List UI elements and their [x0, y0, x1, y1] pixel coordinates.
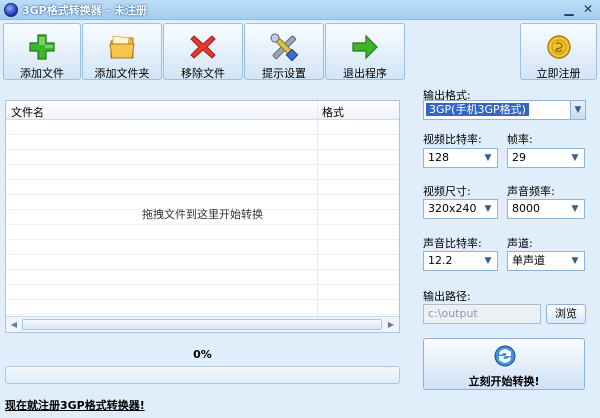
audio-rate-label: 声音频率:	[507, 185, 555, 198]
video-size-select[interactable]: 320x240 ▼	[423, 199, 498, 219]
chevron-down-icon: ▼	[484, 256, 492, 266]
video-bitrate-value: 128	[428, 151, 449, 164]
add-folder-label: 添加文件夹	[94, 67, 150, 80]
tools-icon	[270, 33, 299, 62]
chevron-down-icon: ▼	[571, 153, 579, 163]
channel-select[interactable]: 单声道 ▼	[507, 251, 585, 271]
exit-arrow-icon	[352, 34, 378, 60]
output-format-value: 3GP(手机3GP格式)	[426, 103, 529, 116]
audio-rate-value: 8000	[512, 202, 540, 215]
scroll-thumb[interactable]	[22, 319, 382, 330]
exit-button[interactable]: 退出程序	[325, 23, 405, 80]
add-folder-button[interactable]: 添加文件夹	[82, 23, 162, 80]
chevron-down-icon: ▼	[571, 204, 579, 214]
add-file-label: 添加文件	[20, 67, 64, 80]
progress-percent: 0%	[193, 348, 212, 361]
channel-label: 声道:	[507, 237, 533, 250]
scroll-left-icon[interactable]: ◀	[7, 317, 21, 332]
coin-icon	[546, 35, 571, 59]
register-label: 立即注册	[536, 67, 581, 80]
channel-value: 单声道	[512, 254, 545, 267]
remove-file-button[interactable]: 移除文件	[163, 23, 243, 80]
frame-rate-value: 29	[512, 151, 526, 164]
close-button[interactable]: ✕	[579, 1, 597, 17]
video-bitrate-label: 视频比特率:	[423, 133, 482, 146]
progress-bar	[5, 366, 400, 384]
convert-icon	[494, 345, 516, 367]
audio-bitrate-value: 12.2	[428, 254, 453, 267]
folder-icon	[109, 35, 135, 59]
file-list[interactable]: 文件名 格式 拖拽文件到这里开始转换 ◀ ▶	[5, 100, 400, 333]
chevron-down-icon: ▼	[484, 153, 492, 163]
video-size-label: 视频尺寸:	[423, 185, 471, 198]
minimize-button[interactable]: ▁	[560, 1, 578, 17]
browse-button[interactable]: 浏览	[546, 304, 586, 324]
column-header-filename[interactable]: 文件名	[11, 104, 44, 120]
remove-file-label: 移除文件	[181, 67, 225, 80]
register-link[interactable]: 现在就注册3GP格式转换器!	[5, 397, 145, 413]
start-convert-button[interactable]: 立刻开始转换!	[423, 338, 585, 390]
column-header-format[interactable]: 格式	[322, 104, 344, 120]
frame-rate-label: 帧率:	[507, 133, 533, 146]
add-file-button[interactable]: 添加文件	[3, 23, 81, 80]
scroll-right-icon[interactable]: ▶	[384, 317, 398, 332]
exit-label: 退出程序	[343, 67, 387, 80]
chevron-down-icon: ▼	[570, 101, 585, 119]
video-bitrate-select[interactable]: 128 ▼	[423, 148, 498, 168]
audio-bitrate-select[interactable]: 12.2 ▼	[423, 251, 498, 271]
audio-rate-select[interactable]: 8000 ▼	[507, 199, 585, 219]
drop-hint: 拖拽文件到这里开始转换	[142, 208, 263, 221]
window-title: 3GP格式转换器 - 未注册	[22, 4, 147, 17]
chevron-down-icon: ▼	[571, 256, 579, 266]
file-list-header: 文件名 格式	[6, 101, 399, 120]
red-x-icon	[190, 35, 216, 59]
audio-bitrate-label: 声音比特率:	[423, 237, 482, 250]
app-icon	[4, 3, 18, 17]
video-size-value: 320x240	[428, 202, 477, 215]
register-button[interactable]: 立即注册	[520, 23, 597, 80]
chevron-down-icon: ▼	[484, 204, 492, 214]
output-path-input[interactable]: c:\output	[423, 304, 541, 324]
horizontal-scrollbar[interactable]: ◀ ▶	[6, 316, 399, 332]
output-path-label: 输出路径:	[423, 290, 471, 303]
settings-label: 提示设置	[262, 67, 306, 80]
output-format-select[interactable]: 3GP(手机3GP格式) ▼	[423, 100, 586, 120]
plus-icon	[29, 34, 55, 60]
title-bar: 3GP格式转换器 - 未注册 ▁ ✕	[0, 0, 600, 20]
start-convert-label: 立刻开始转换!	[468, 375, 540, 388]
frame-rate-select[interactable]: 29 ▼	[507, 148, 585, 168]
settings-button[interactable]: 提示设置	[244, 23, 324, 80]
